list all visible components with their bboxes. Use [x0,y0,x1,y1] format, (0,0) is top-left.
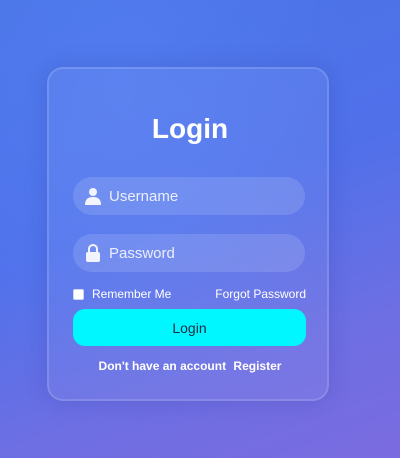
username-field[interactable] [73,177,305,215]
login-card: Login Remember Me Forgot Password Login … [47,67,329,401]
login-title: Login [151,113,229,144]
username-input[interactable] [109,177,297,215]
remember-me-checkbox[interactable] [73,288,84,300]
options-row: Remember Me Forgot Password [73,285,306,303]
remember-me-label: Remember Me [92,287,172,301]
user-icon [85,187,101,205]
password-input[interactable] [109,234,297,272]
login-button[interactable]: Login [73,309,306,346]
remember-me[interactable]: Remember Me [73,287,171,301]
register-link[interactable]: Register [233,359,281,373]
forgot-password-link[interactable]: Forgot Password [215,287,306,301]
register-prompt: Don't have an account [98,359,227,373]
register-row: Don't have an account Register [49,359,331,373]
password-field[interactable] [73,234,305,272]
lock-icon [85,243,101,262]
